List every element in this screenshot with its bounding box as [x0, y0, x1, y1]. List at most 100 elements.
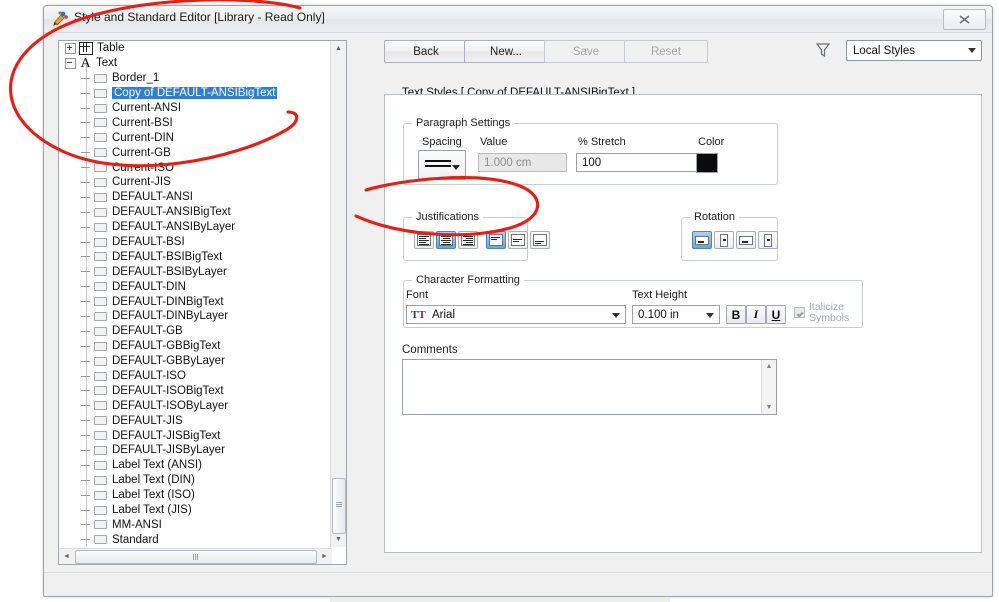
align-left-button[interactable]	[414, 231, 434, 249]
horizontal-scroll-thumb[interactable]	[75, 550, 317, 564]
tree-horizontal-scrollbar[interactable]: ◄ ►	[59, 548, 332, 564]
align-right-button[interactable]	[458, 231, 478, 249]
underline-button[interactable]: U	[766, 305, 786, 324]
style-item-icon	[94, 475, 107, 485]
tree-branch-line	[81, 181, 90, 183]
tree-item[interactable]: Copy of DEFAULT-ANSIBigText	[59, 86, 332, 101]
align-center-button[interactable]	[436, 231, 456, 249]
tree-branch-line	[81, 77, 90, 79]
rotation-vertical-alt-button[interactable]	[758, 231, 778, 249]
tree-item[interactable]: Standard	[59, 532, 332, 547]
tree-item[interactable]: DEFAULT-ANSIByLayer	[59, 220, 332, 235]
spacing-label: Spacing	[422, 136, 462, 148]
tree-item-label: DEFAULT-GBByLayer	[112, 355, 225, 368]
tree-item[interactable]: Current-DIN	[59, 130, 332, 145]
style-item-icon	[94, 311, 107, 321]
tree-item[interactable]: DEFAULT-BSIBigText	[59, 249, 332, 264]
tree-item[interactable]: Label Text (ISO)	[59, 488, 332, 503]
tree-item[interactable]: Current-BSI	[59, 115, 332, 130]
tree-item-label: DEFAULT-BSIBigText	[112, 250, 223, 263]
style-item-icon	[94, 490, 107, 500]
tree-item[interactable]: MM-ANSI	[59, 518, 332, 533]
style-filter-dropdown[interactable]: Local Styles	[846, 40, 982, 61]
text-height-dropdown[interactable]: 0.100 in	[632, 305, 720, 324]
scroll-right-icon[interactable]: ►	[317, 549, 332, 564]
tree-item[interactable]: DEFAULT-GB	[59, 324, 332, 339]
comments-scrollbar[interactable]: ▲ ▼	[761, 360, 776, 414]
expand-icon[interactable]	[65, 42, 76, 54]
tree-item[interactable]: Current-ANSI	[59, 101, 332, 116]
rotation-horizontal-alt-button[interactable]	[736, 231, 756, 249]
style-item-icon	[94, 133, 107, 143]
scroll-up-icon[interactable]: ▲	[762, 360, 776, 373]
italic-button[interactable]: I	[746, 305, 766, 324]
tree-item[interactable]: DEFAULT-BSI	[59, 235, 332, 250]
tree-item[interactable]: Current-ISO	[59, 160, 332, 175]
tree-item[interactable]: DEFAULT-GBByLayer	[59, 354, 332, 369]
tree-item[interactable]: DEFAULT-DINByLayer	[59, 309, 332, 324]
styles-tree[interactable]: Table A Text Border_1 Copy of DEFAULT-ANSIBi…	[59, 41, 332, 547]
tree-item[interactable]: Current-GB	[59, 145, 332, 160]
stretch-input[interactable]: 100	[576, 153, 698, 172]
style-item-icon	[94, 386, 107, 396]
scroll-down-icon[interactable]: ▼	[762, 401, 776, 414]
tree-item[interactable]: DEFAULT-GBBigText	[59, 339, 332, 354]
tree-item-label: MM-ANSI	[112, 518, 162, 531]
font-value: Arial	[432, 308, 456, 321]
color-swatch[interactable]	[696, 153, 718, 173]
tree-item-label: Label Text (DIN)	[112, 474, 195, 487]
tree-item[interactable]: DEFAULT-JISBigText	[59, 428, 332, 443]
scroll-down-icon[interactable]: ▼	[331, 532, 346, 547]
tree-item[interactable]: DEFAULT-ISO	[59, 369, 332, 384]
tree-item[interactable]: DEFAULT-DIN	[59, 279, 332, 294]
style-item-icon	[94, 73, 107, 83]
style-filter-value: Local Styles	[853, 44, 916, 57]
tree-item[interactable]: Table	[59, 41, 332, 56]
collapse-icon[interactable]	[65, 57, 76, 69]
vertical-scroll-thumb[interactable]	[332, 478, 346, 534]
tree-item-label: DEFAULT-GB	[112, 325, 183, 338]
chevron-down-icon	[706, 313, 714, 318]
tree-branch-line	[81, 509, 90, 511]
tree-item[interactable]: DEFAULT-BSIByLayer	[59, 264, 332, 279]
rotation-horizontal-button[interactable]	[692, 231, 712, 249]
paragraph-settings-legend: Paragraph Settings	[412, 117, 515, 129]
bold-button[interactable]: B	[726, 305, 746, 324]
tree-item[interactable]: DEFAULT-JIS	[59, 413, 332, 428]
tree-item[interactable]: Label Text (JIS)	[59, 503, 332, 518]
scroll-up-icon[interactable]: ▲	[331, 41, 346, 56]
align-middle-button[interactable]	[508, 231, 528, 249]
tree-item[interactable]: DEFAULT-ISOByLayer	[59, 398, 332, 413]
style-item-icon	[94, 445, 107, 455]
spacing-dropdown[interactable]	[418, 150, 466, 180]
tree-vertical-scrollbar[interactable]: ▲ ▼	[330, 41, 346, 547]
tree-item-label: DEFAULT-JISByLayer	[112, 444, 225, 457]
font-dropdown[interactable]: TT Arial	[406, 305, 626, 324]
tree-item[interactable]: DEFAULT-ANSI	[59, 190, 332, 205]
truetype-icon: TT	[411, 309, 426, 321]
tree-item[interactable]: DEFAULT-ANSIBigText	[59, 205, 332, 220]
scroll-left-icon[interactable]: ◄	[59, 549, 74, 564]
tree-item[interactable]: Border_1	[59, 71, 332, 86]
tree-branch-line	[81, 122, 90, 124]
close-button[interactable]	[943, 9, 986, 30]
footer-divider	[44, 572, 992, 573]
align-bottom-button[interactable]	[530, 231, 550, 249]
rotation-vertical-button[interactable]	[714, 231, 734, 249]
tree-item-label: Current-DIN	[112, 131, 174, 144]
tree-item[interactable]: DEFAULT-DINBigText	[59, 294, 332, 309]
tree-item[interactable]: Label Text (DIN)	[59, 473, 332, 488]
tree-item[interactable]: DEFAULT-ISOBigText	[59, 383, 332, 398]
align-top-button[interactable]	[486, 231, 506, 249]
comments-textarea[interactable]: ▲ ▼	[402, 359, 777, 415]
styles-tree-panel: Table A Text Border_1 Copy of DEFAULT-ANSIBi…	[58, 40, 347, 565]
tree-item[interactable]: Current-JIS	[59, 175, 332, 190]
rotation-horizontal-icon	[695, 236, 709, 245]
new-button[interactable]: New...	[464, 40, 548, 63]
tree-item[interactable]: A Text	[59, 56, 332, 71]
tree-item[interactable]: DEFAULT-JISByLayer	[59, 443, 332, 458]
tree-item-label: DEFAULT-DINBigText	[112, 295, 224, 308]
back-button[interactable]: Back	[384, 40, 468, 63]
tree-item-label: Label Text (ANSI)	[112, 459, 202, 472]
tree-item[interactable]: Label Text (ANSI)	[59, 458, 332, 473]
